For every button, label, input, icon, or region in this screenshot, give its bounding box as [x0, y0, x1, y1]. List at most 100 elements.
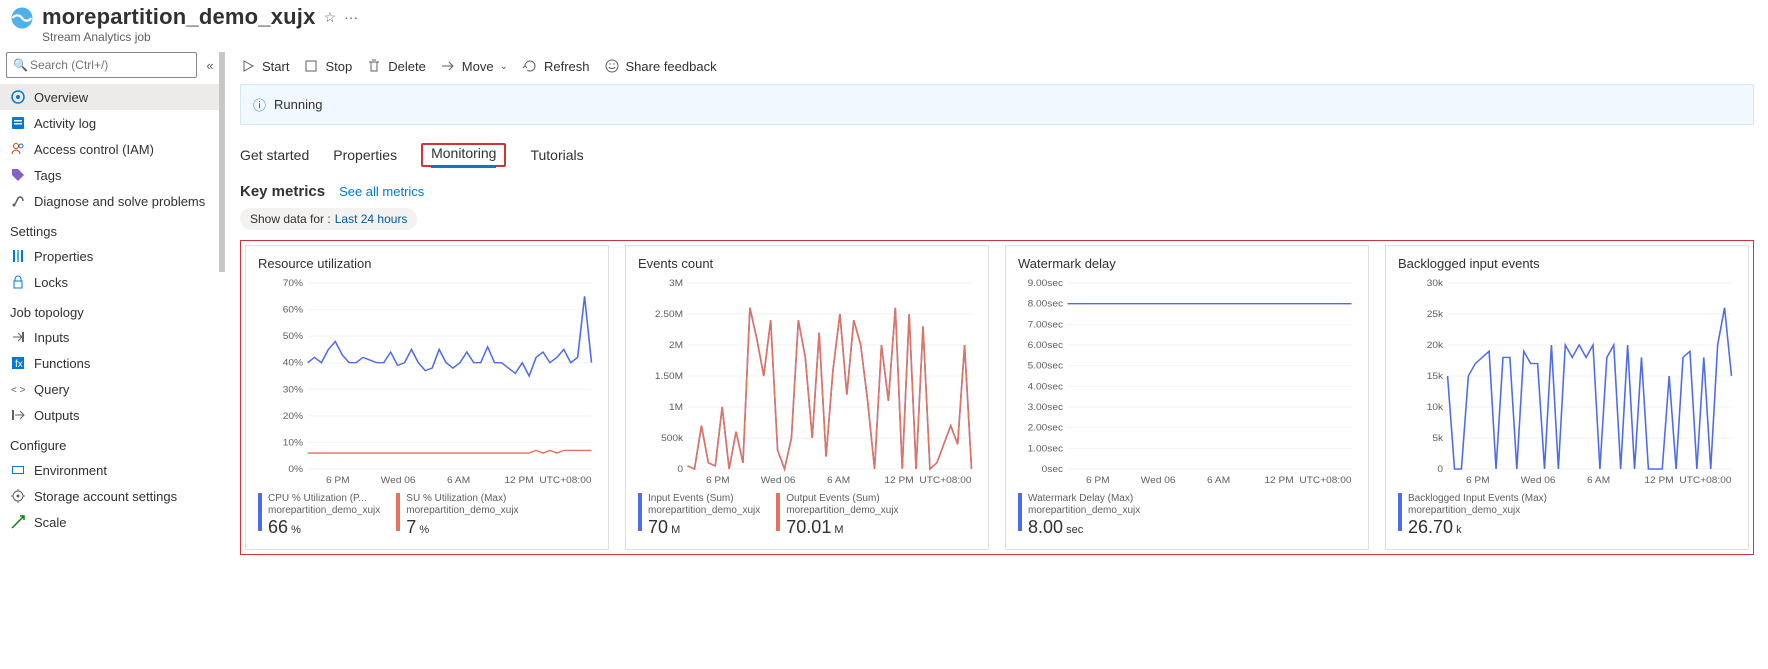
legend-value: 8.00 sec	[1028, 517, 1140, 539]
nav-item-query[interactable]: < >Query	[0, 376, 225, 402]
nav-item-functions[interactable]: fxFunctions	[0, 350, 225, 376]
card-title: Resource utilization	[258, 256, 596, 271]
svg-text:6 AM: 6 AM	[1587, 475, 1610, 485]
search-input[interactable]	[28, 57, 190, 73]
chart[interactable]: 3M2.50M2M1.50M1M500k06 PMWed 066 AM12 PM…	[638, 277, 976, 487]
nav-section-title: Job topology	[0, 295, 225, 324]
move-button[interactable]: Move⌄	[440, 58, 508, 74]
metric-card-events-count[interactable]: Events count 3M2.50M2M1.50M1M500k06 PMWe…	[625, 245, 989, 550]
legend-color-bar	[1398, 493, 1402, 531]
nav-item-label: Properties	[34, 249, 93, 264]
favorite-icon[interactable]: ☆	[324, 9, 337, 26]
input-icon	[10, 329, 26, 345]
legend-color-bar	[396, 493, 400, 531]
svg-text:< >: < >	[11, 385, 26, 396]
svg-text:30k: 30k	[1427, 278, 1444, 288]
svg-text:9.00sec: 9.00sec	[1028, 278, 1064, 288]
svg-text:5.00sec: 5.00sec	[1028, 361, 1064, 371]
metrics-cards: Resource utilization 70%60%50%40%30%20%1…	[240, 240, 1754, 555]
search-box[interactable]: 🔍	[6, 52, 197, 78]
chart-legend: Input Events (Sum) morepartition_demo_xu…	[638, 493, 976, 539]
legend-color-bar	[776, 493, 780, 531]
nav-item-scale[interactable]: Scale	[0, 509, 225, 535]
smiley-icon	[604, 58, 620, 74]
svg-text:UTC+08:00: UTC+08:00	[539, 475, 591, 485]
svg-text:6 PM: 6 PM	[1466, 475, 1490, 485]
diag-icon	[10, 193, 26, 209]
filter-value: Last 24 hours	[335, 212, 408, 226]
legend-metric-name: Output Events (Sum)	[786, 493, 898, 505]
nav-item-environment[interactable]: Environment	[0, 457, 225, 483]
stop-button[interactable]: Stop	[303, 58, 352, 74]
nav-item-locks[interactable]: Locks	[0, 269, 225, 295]
refresh-button[interactable]: Refresh	[522, 58, 590, 74]
chart[interactable]: 70%60%50%40%30%20%10%0%6 PMWed 066 AM12 …	[258, 277, 596, 487]
resource-icon	[8, 4, 36, 32]
card-title: Events count	[638, 256, 976, 271]
svg-text:1.50M: 1.50M	[655, 371, 683, 381]
svg-text:6 AM: 6 AM	[827, 475, 850, 485]
tab-monitoring[interactable]: Monitoring	[431, 141, 496, 168]
svg-text:2M: 2M	[669, 340, 683, 350]
metric-card-resource-utilization[interactable]: Resource utilization 70%60%50%40%30%20%1…	[245, 245, 609, 550]
nav-item-storage-account-settings[interactable]: Storage account settings	[0, 483, 225, 509]
nav-item-inputs[interactable]: Inputs	[0, 324, 225, 350]
svg-text:70%: 70%	[283, 278, 304, 288]
nav-item-access-control-iam-[interactable]: Access control (IAM)	[0, 136, 225, 162]
legend-value: 70.01 M	[786, 517, 898, 539]
tab-properties[interactable]: Properties	[333, 143, 397, 167]
see-all-metrics-link[interactable]: See all metrics	[339, 184, 424, 199]
page-title: morepartition_demo_xujx	[42, 4, 316, 30]
card-title: Watermark delay	[1018, 256, 1356, 271]
arrow-right-icon	[440, 58, 456, 74]
chevron-down-icon: ⌄	[500, 61, 508, 72]
more-icon[interactable]: ···	[344, 9, 358, 25]
main-content: Start Stop Delete Move⌄ Refresh Share fe…	[226, 52, 1768, 565]
status-text: Running	[274, 97, 322, 112]
chart[interactable]: 30k25k20k15k10k5k06 PMWed 066 AM12 PMUTC…	[1398, 277, 1736, 487]
nav-item-label: Activity log	[34, 116, 96, 131]
nav-item-tags[interactable]: Tags	[0, 162, 225, 188]
metric-card-watermark-delay[interactable]: Watermark delay 9.00sec8.00sec7.00sec6.0…	[1005, 245, 1369, 550]
legend-value: 7 %	[406, 517, 518, 539]
nav-item-outputs[interactable]: Outputs	[0, 402, 225, 428]
svg-text:2.00sec: 2.00sec	[1028, 423, 1064, 433]
nav-item-activity-log[interactable]: Activity log	[0, 110, 225, 136]
legend-color-bar	[638, 493, 642, 531]
svg-text:40%: 40%	[283, 358, 304, 368]
trash-icon	[366, 58, 382, 74]
collapse-nav-icon[interactable]: «	[201, 58, 219, 73]
stop-icon	[303, 58, 319, 74]
nav-item-label: Scale	[34, 515, 67, 530]
legend-value: 70 M	[648, 517, 760, 539]
resource-type-label: Stream Analytics job	[42, 30, 358, 44]
feedback-button[interactable]: Share feedback	[604, 58, 717, 74]
start-button[interactable]: Start	[240, 58, 289, 74]
nav-item-overview[interactable]: Overview	[0, 84, 225, 110]
tab-tutorials[interactable]: Tutorials	[530, 143, 583, 167]
nav-item-properties[interactable]: Properties	[0, 243, 225, 269]
nav-section-title: Configure	[0, 428, 225, 457]
svg-text:6 PM: 6 PM	[706, 475, 730, 485]
svg-text:60%: 60%	[283, 305, 304, 315]
svg-text:UTC+08:00: UTC+08:00	[1299, 475, 1351, 485]
legend-item: Input Events (Sum) morepartition_demo_xu…	[638, 493, 760, 539]
nav-item-diagnose-and-solve-problems[interactable]: Diagnose and solve problems	[0, 188, 225, 214]
page-header: morepartition_demo_xujx ☆ ··· Stream Ana…	[0, 0, 1768, 52]
key-metrics-title: Key metrics	[240, 183, 325, 200]
scrollbar[interactable]	[219, 52, 225, 272]
lock-icon	[10, 274, 26, 290]
legend-resource-name: morepartition_demo_xujx	[268, 505, 380, 517]
legend-item: SU % Utilization (Max) morepartition_dem…	[396, 493, 518, 539]
time-range-filter[interactable]: Show data for : Last 24 hours	[240, 208, 417, 230]
nav-item-label: Functions	[34, 356, 90, 371]
delete-button[interactable]: Delete	[366, 58, 426, 74]
tab-get-started[interactable]: Get started	[240, 143, 309, 167]
status-banner: ⓘ Running	[240, 84, 1754, 125]
svg-text:25k: 25k	[1427, 309, 1444, 319]
chart[interactable]: 9.00sec8.00sec7.00sec6.00sec5.00sec4.00s…	[1018, 277, 1356, 487]
metric-card-backlogged-input-events[interactable]: Backlogged input events 30k25k20k15k10k5…	[1385, 245, 1749, 550]
tags-icon	[10, 167, 26, 183]
svg-text:1M: 1M	[669, 402, 683, 412]
legend-item: CPU % Utilization (P... morepartition_de…	[258, 493, 380, 539]
